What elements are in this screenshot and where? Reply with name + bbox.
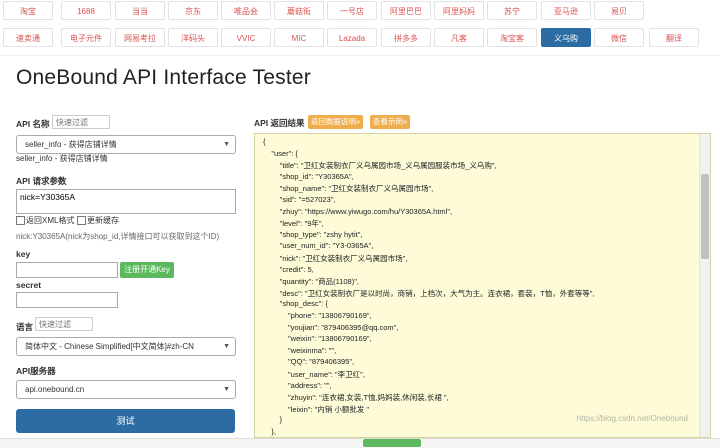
result-line: "youjian": "879406395@qq.com",	[263, 322, 399, 332]
return-xml-label: 返回XML格式	[26, 216, 75, 225]
result-line: "weixin": "13806790169",	[263, 334, 372, 344]
nav-tab2-1[interactable]: 电子元件	[61, 28, 111, 47]
result-scrollbar[interactable]	[699, 134, 710, 437]
checkbox-icon	[16, 216, 25, 225]
api-select-value: seller_info - 获得店铺详情	[25, 140, 117, 149]
checkbox-icon	[77, 216, 86, 225]
result-panel[interactable]: { "user": { "title": "卫红女装制衣厂义乌属园市场_义乌属园…	[254, 133, 711, 438]
chevron-down-icon: ▼	[223, 343, 230, 350]
result-line: "weixinma": "",	[263, 345, 337, 355]
result-line: "shop_type": "zshy hytit",	[263, 229, 363, 239]
nav-tab2-12[interactable]: 翻译	[649, 28, 699, 47]
result-line: "shop_desc": {	[263, 299, 328, 309]
nav-tab-3[interactable]: 京东	[168, 1, 218, 20]
result-line: {	[263, 137, 266, 146]
nav-tab-2[interactable]: 当当	[115, 1, 165, 20]
result-line: "user_num_id": "Y3-0365A",	[263, 241, 374, 251]
language-label: 语言	[16, 322, 34, 332]
result-line: "sid": "=527023",	[263, 195, 336, 204]
result-line: "quantity": "商品(1108)",	[263, 277, 359, 287]
bottom-green-button[interactable]	[363, 439, 421, 447]
nav-tab2-6[interactable]: Lazada	[327, 28, 377, 47]
secret-input[interactable]	[16, 292, 118, 308]
server-select[interactable]: api.onebound.cn ▼	[16, 380, 236, 399]
result-line: "zhuyin": "连衣裙,女装,T恤,妈妈装,休闲装,长裙 ",	[263, 393, 449, 403]
api-select[interactable]: seller_info - 获得店铺详情 ▼	[16, 135, 236, 154]
params-label: API 请求参数	[16, 176, 67, 186]
params-textarea[interactable]	[16, 189, 236, 214]
update-cache-checkbox[interactable]: 更新缓存	[77, 215, 119, 226]
platform-nav-row-1: 淘宝 1688 当当 京东 唯品会 蘑菇街 一号店 阿里巴巴 阿里妈妈 苏宁 亚马逊 易贝	[0, 0, 720, 22]
test-button[interactable]: 测试	[16, 409, 235, 433]
result-line: "user": {	[263, 148, 298, 158]
page-title: OneBound API Interface Tester	[16, 66, 311, 89]
nav-tab2-11[interactable]: 微信	[594, 28, 644, 47]
nav-tab-1[interactable]: 1688	[61, 1, 111, 20]
language-filter-input[interactable]	[35, 317, 93, 331]
result-line: "title": "卫红女装制衣厂义乌属园市场_义乌属园服装市场_义乌购",	[263, 161, 497, 171]
nav-tab2-9[interactable]: 淘宝客	[487, 28, 537, 47]
language-select-value: 简体中文 - Chinese Simplified[中文简体]#zh-CN	[25, 342, 194, 351]
nav-tab2-2[interactable]: 网易考拉	[115, 28, 165, 47]
result-line: "shop_name": "卫红女装制衣厂义乌属园市场",	[263, 184, 434, 194]
update-cache-label: 更新缓存	[87, 216, 119, 225]
result-line: "leixin": "内销 小额批发 "	[263, 404, 370, 414]
scrollbar-thumb[interactable]	[701, 174, 709, 259]
result-line: "user_name": "李卫红",	[263, 370, 365, 379]
result-label: API 返回结果	[254, 118, 305, 128]
result-line: "nick": "卫红女装制衣厂义乌属园市场",	[263, 254, 408, 263]
nav-tab-0[interactable]: 淘宝	[3, 1, 53, 20]
result-line: "credit": 5,	[263, 264, 314, 274]
nav-tab2-3[interactable]: 洋码头	[168, 28, 218, 47]
header-divider	[0, 55, 720, 56]
nav-tab2-7[interactable]: 拼多多	[381, 28, 431, 47]
return-doc-button[interactable]: 返回数据说明»	[308, 115, 364, 129]
result-line: "shop_id": "Y30365A",	[263, 171, 354, 181]
key-input[interactable]	[16, 262, 118, 278]
result-line: "desc": "卫红女装制衣厂是以时尚，商销，上档次，大气为主。连衣裙，套装，…	[263, 288, 595, 298]
nav-tab-11[interactable]: 易贝	[594, 1, 644, 20]
nav-tab2-8[interactable]: 凡客	[434, 28, 484, 47]
result-line: "address": "",	[263, 380, 332, 390]
secret-label: secret	[16, 280, 42, 290]
nav-tab-9[interactable]: 苏宁	[487, 1, 537, 20]
result-line: "zhuy": "https://www.yiwugo.com/hu/Y3036…	[263, 206, 453, 216]
nav-tab2-5[interactable]: MIC	[274, 28, 324, 47]
api-name-label: API 名称	[16, 119, 50, 129]
result-line: "QQ": "879406395",	[263, 357, 355, 367]
result-line: }	[263, 415, 283, 425]
view-example-button[interactable]: 查看示例»	[370, 115, 411, 129]
key-label: key	[16, 249, 31, 259]
register-key-button[interactable]: 注册开通Key	[120, 262, 174, 278]
nav-tab2-0[interactable]: 速卖通	[3, 28, 53, 47]
nav-tab-8[interactable]: 阿里妈妈	[434, 1, 484, 20]
platform-nav-row-2: 速卖通 电子元件 网易考拉 洋码头 VVIC MIC Lazada 拼多多 凡客 淘宝客 义乌购 微信…	[0, 27, 720, 49]
nav-tab-5[interactable]: 蘑菇街	[274, 1, 324, 20]
language-select[interactable]: 简体中文 - Chinese Simplified[中文简体]#zh-CN ▼	[16, 337, 236, 356]
nav-tab-4[interactable]: 唯品会	[221, 1, 271, 20]
nav-tab2-10[interactable]: 义乌购	[541, 28, 591, 47]
param-hint: nick:Y30365A(nick为shop_id,详情接口可以获取到这个ID)	[16, 232, 220, 241]
result-line: "phone": "13806790169",	[263, 311, 372, 320]
watermark: https://blog.csdn.net/Onebound	[576, 414, 688, 423]
return-xml-checkbox[interactable]: 返回XML格式	[16, 215, 74, 226]
api-description: seller_info - 获得店铺详情	[16, 154, 108, 163]
server-select-value: api.onebound.cn	[25, 385, 85, 394]
result-line: "level": "9年",	[263, 219, 324, 229]
api-filter-input[interactable]	[52, 115, 110, 129]
server-label: API服务器	[16, 366, 56, 376]
nav-tab-10[interactable]: 亚马逊	[541, 1, 591, 20]
result-line: },	[263, 427, 276, 436]
chevron-down-icon: ▼	[223, 141, 230, 148]
chevron-down-icon: ▼	[223, 386, 230, 393]
nav-tab-6[interactable]: 一号店	[327, 1, 377, 20]
nav-tab2-4[interactable]: VVIC	[221, 28, 271, 47]
nav-tab-7[interactable]: 阿里巴巴	[381, 1, 431, 20]
